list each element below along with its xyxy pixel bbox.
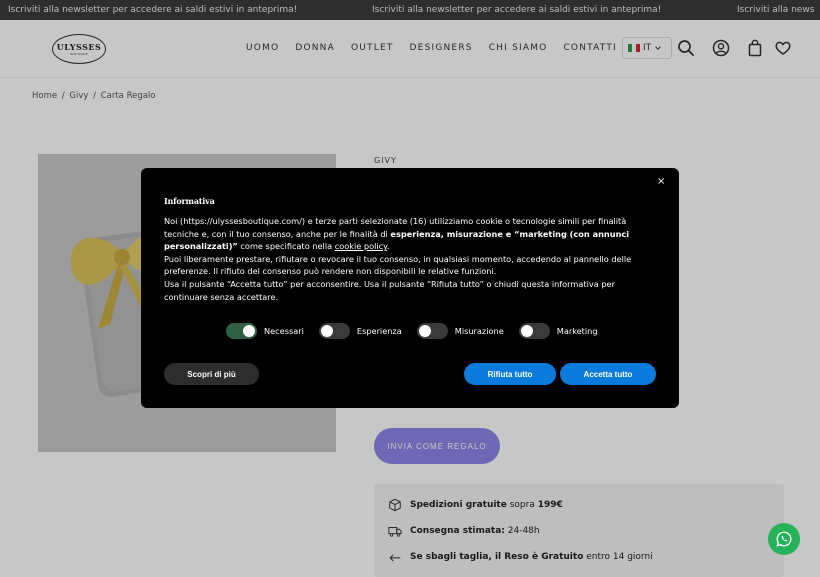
learn-more-button[interactable]: Scopri di più	[164, 363, 259, 385]
accept-all-button[interactable]: Accetta tutto	[560, 363, 656, 385]
toggle-label: Esperienza	[356, 326, 402, 336]
cookie-text-part: Puoi liberamente prestare, rifiutare o r…	[164, 253, 632, 277]
toggle-switch[interactable]	[518, 323, 550, 339]
close-icon[interactable]: ×	[657, 176, 665, 187]
cookie-text-part: Usa il pulsante “Accetta tutto” per acco…	[164, 278, 615, 302]
toggle-switch[interactable]	[318, 323, 350, 339]
toggle-marketing: Marketing	[518, 323, 598, 339]
toggle-label: Marketing	[556, 326, 598, 336]
cookie-policy-link[interactable]: cookie policy	[335, 241, 387, 251]
reject-all-button[interactable]: Rifiuta tutto	[464, 363, 556, 385]
whatsapp-icon	[776, 531, 792, 547]
toggle-label: Necessari	[264, 326, 304, 336]
toggle-necessari: Necessari	[226, 323, 304, 339]
cookie-consent-dialog: Informativa × Noi (https://ulyssesboutiq…	[141, 168, 679, 408]
cookie-title: Informativa	[164, 196, 215, 206]
cookie-text-part: come specificato nella	[237, 241, 335, 252]
toggle-misurazione: Misurazione	[416, 323, 504, 339]
whatsapp-button[interactable]	[768, 523, 800, 555]
consent-toggles: Necessari Esperienza Misurazione Marketi…	[226, 323, 613, 339]
toggle-label: Misurazione	[454, 326, 504, 336]
cookie-text-part: .	[386, 241, 390, 252]
toggle-switch[interactable]	[416, 323, 448, 339]
toggle-esperienza: Esperienza	[318, 323, 402, 339]
toggle-switch[interactable]	[226, 323, 257, 339]
cookie-text: Noi (https://ulyssesboutique.com/) e ter…	[164, 215, 634, 303]
